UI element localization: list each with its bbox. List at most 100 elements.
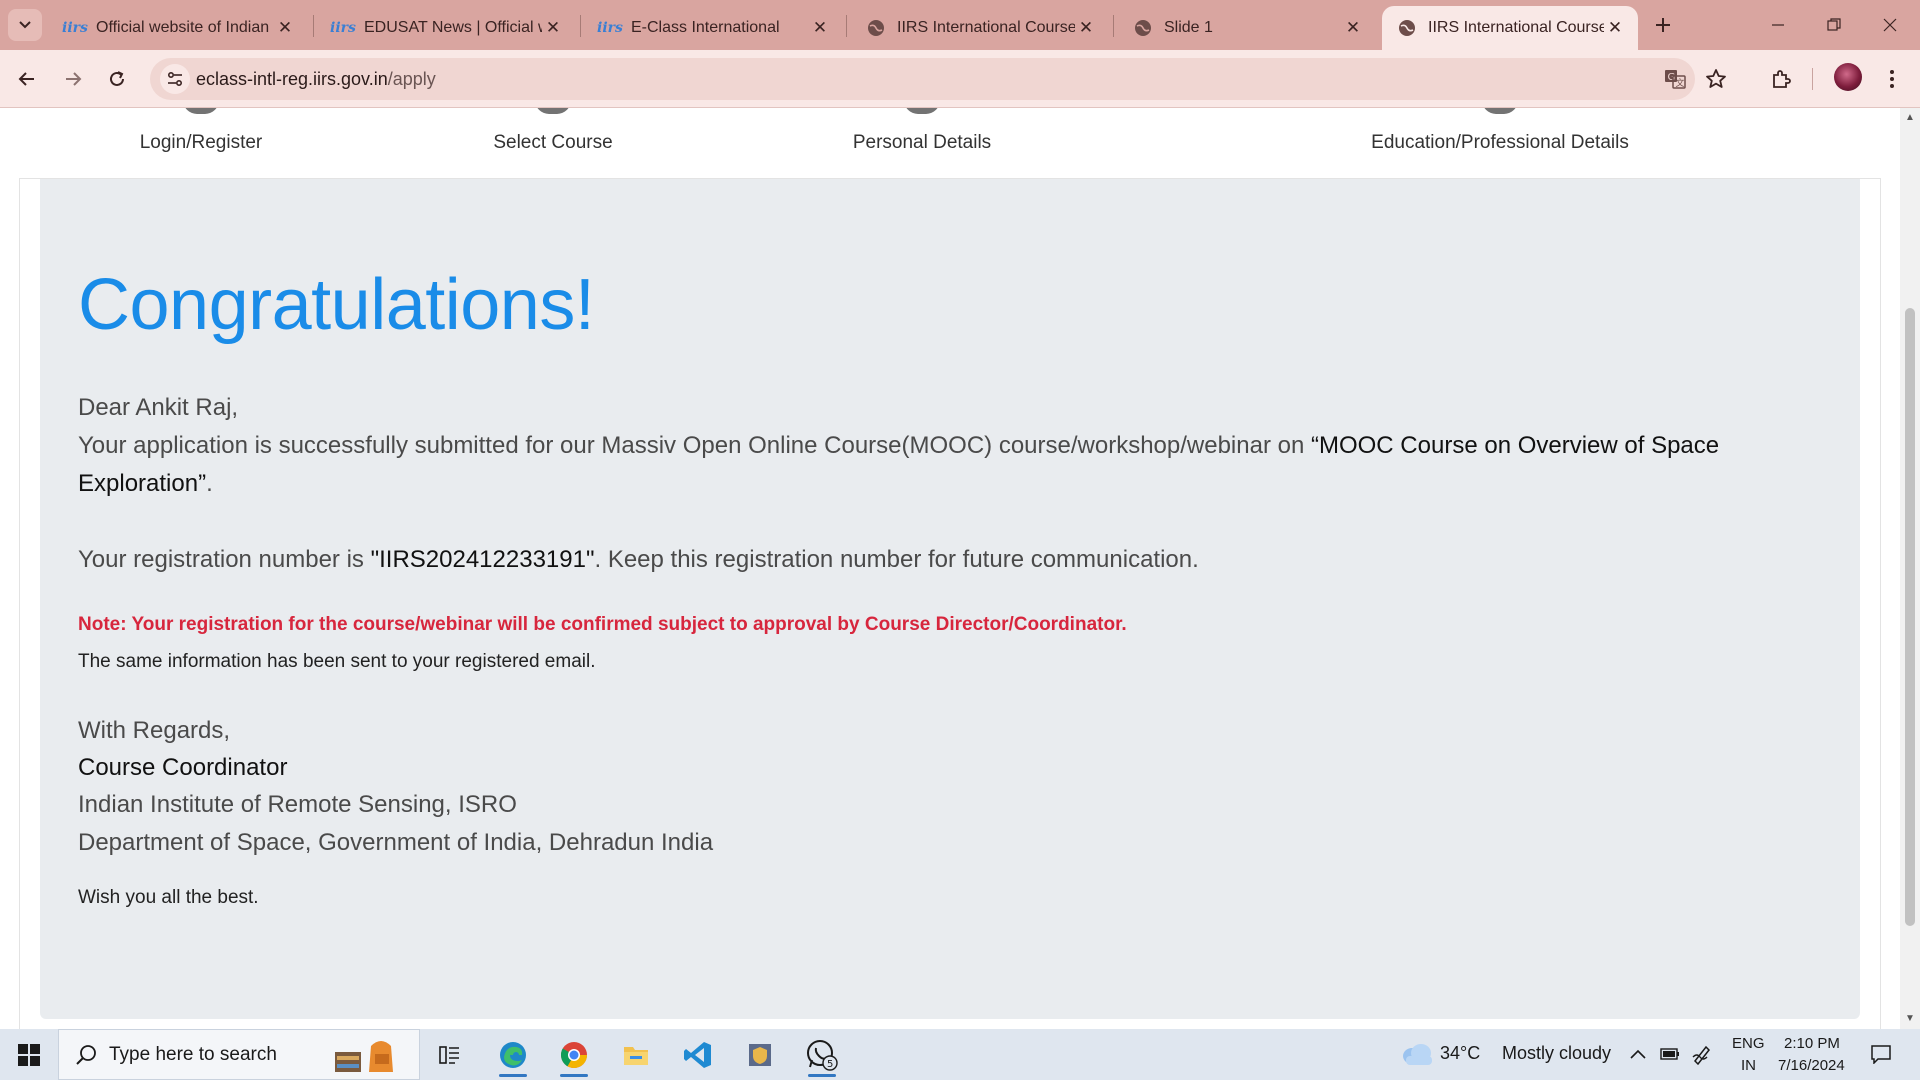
windows-taskbar: Type here to search 5 34°C Mostly cloudy <box>0 1029 1920 1080</box>
institute-name: Indian Institute of Remote Sensing, ISRO <box>78 791 517 818</box>
battery-icon[interactable] <box>1656 1039 1684 1069</box>
taskbar-search-box[interactable]: Type here to search <box>58 1029 420 1080</box>
active-app-indicator <box>499 1074 527 1077</box>
bookmark-star-icon[interactable] <box>1700 63 1732 95</box>
restore-icon <box>1827 18 1841 31</box>
tab-3[interactable]: iirs E-Class International ✕ <box>585 6 843 50</box>
weather-widget[interactable]: 34°C Mostly cloudy <box>1396 1029 1611 1080</box>
iirs-favicon-icon: iirs <box>597 20 623 36</box>
browser-toolbar: eclass-intl-reg.iirs.gov.in/apply G文 <box>0 50 1920 108</box>
taskbar-edge[interactable] <box>487 1033 539 1077</box>
registration-message: Your registration number is "IIRS2024122… <box>78 541 1818 579</box>
arrow-right-icon <box>66 72 82 86</box>
close-icon[interactable]: ✕ <box>1342 17 1364 39</box>
scroll-up-arrow-icon[interactable]: ▲ <box>1904 112 1916 124</box>
tab-5[interactable]: Slide 1 ✕ <box>1118 6 1376 50</box>
registration-suffix: . Keep this registration number for futu… <box>594 546 1199 573</box>
tab-1[interactable]: iirs Official website of Indian In ✕ <box>50 6 308 50</box>
toolbar-divider <box>1812 68 1813 90</box>
language-code: ENG <box>1732 1035 1765 1052</box>
regards-line: With Regards, <box>78 717 231 744</box>
tab-6-active[interactable]: IIRS International Course ✕ <box>1382 6 1638 50</box>
pen-workspace-icon[interactable] <box>1688 1039 1716 1069</box>
notification-center-button[interactable] <box>1864 1039 1898 1069</box>
translate-icon[interactable]: G文 <box>1663 67 1687 91</box>
submission-text: Your application is successfully submitt… <box>78 432 1311 459</box>
close-icon[interactable]: ✕ <box>274 17 296 39</box>
iirs-favicon-icon: iirs <box>330 20 356 36</box>
step-indicator <box>904 108 940 114</box>
taskbar-whatsapp[interactable]: 5 <box>796 1033 848 1077</box>
close-icon[interactable]: ✕ <box>809 17 831 39</box>
taskbar-chrome[interactable] <box>548 1033 600 1077</box>
tab-4[interactable]: IIRS International Course ✕ <box>851 6 1109 50</box>
close-icon[interactable]: ✕ <box>542 17 564 39</box>
close-icon[interactable]: ✕ <box>1604 17 1626 39</box>
back-button[interactable] <box>10 62 44 96</box>
chevron-down-icon <box>19 21 31 29</box>
show-hidden-icons-chevron-up-icon[interactable] <box>1624 1039 1652 1069</box>
page-scrollbar[interactable]: ▲ ▼ <box>1900 108 1920 1029</box>
clock-time: 2:10 PM <box>1784 1035 1840 1052</box>
registration-prefix: Your registration number is <box>78 546 371 573</box>
reload-icon <box>110 71 124 86</box>
minimize-button[interactable] <box>1750 0 1806 50</box>
whatsapp-icon: 5 <box>807 1040 838 1071</box>
task-view-button[interactable] <box>424 1033 476 1077</box>
url-host: eclass-intl-reg.iirs.gov.in <box>196 69 388 89</box>
registration-number: "IIRS202412233191" <box>370 546 595 573</box>
taskbar-vscode[interactable] <box>672 1033 724 1077</box>
address-bar[interactable]: eclass-intl-reg.iirs.gov.in/apply G文 <box>150 58 1695 100</box>
tab-title: EDUSAT News | Official web <box>364 19 542 36</box>
step-label: Login/Register <box>139 132 263 153</box>
step-indicator <box>183 108 219 114</box>
tab-divider <box>313 15 314 37</box>
taskbar-file-explorer[interactable] <box>610 1033 662 1077</box>
tab-search-button[interactable] <box>8 9 42 41</box>
scroll-down-arrow-icon[interactable]: ▼ <box>1904 1013 1916 1025</box>
reload-button[interactable] <box>100 62 134 96</box>
taskbar-app-shield[interactable] <box>734 1033 786 1077</box>
restore-button[interactable] <box>1806 0 1862 50</box>
approval-note: Note: Your registration for the course/w… <box>78 614 1127 635</box>
tab-divider <box>846 15 847 37</box>
globe-icon <box>1396 17 1418 39</box>
vscode-icon <box>684 1042 711 1068</box>
arrow-left-icon <box>18 72 34 86</box>
new-tab-button[interactable] <box>1648 10 1678 40</box>
cloud-icon <box>1403 1044 1432 1065</box>
url-text: eclass-intl-reg.iirs.gov.in/apply <box>196 69 436 90</box>
tab-title: IIRS International Course <box>897 19 1075 36</box>
submission-suffix: . <box>206 470 213 497</box>
tab-2[interactable]: iirs EDUSAT News | Official web ✕ <box>318 6 576 50</box>
search-icon <box>76 1045 96 1065</box>
edge-icon <box>500 1042 526 1068</box>
close-icon[interactable]: ✕ <box>1075 17 1097 39</box>
closing-wish: Wish you all the best. <box>78 887 259 908</box>
scrollbar-thumb[interactable] <box>1905 308 1915 926</box>
minimize-icon <box>1772 24 1784 26</box>
language-indicator[interactable]: ENG IN <box>1724 1029 1772 1080</box>
forward-button[interactable] <box>56 62 90 96</box>
notification-icon <box>1871 1045 1891 1064</box>
search-placeholder: Type here to search <box>109 1044 277 1065</box>
site-settings-icon[interactable] <box>160 64 190 94</box>
close-window-button[interactable] <box>1862 0 1918 50</box>
active-app-indicator <box>808 1074 836 1077</box>
tab-title: Slide 1 <box>1164 19 1213 36</box>
tab-title: IIRS International Course <box>1428 19 1604 36</box>
globe-icon <box>1132 17 1154 39</box>
page-viewport: Login/Register Select Course Personal De… <box>0 108 1900 1029</box>
submission-message: Your application is successfully submitt… <box>78 427 1818 503</box>
extensions-puzzle-icon[interactable] <box>1765 63 1797 95</box>
task-view-icon <box>439 1046 459 1064</box>
email-info: The same information has been sent to yo… <box>78 651 596 672</box>
url-path: /apply <box>387 69 436 89</box>
clock[interactable]: 2:10 PM 7/16/2024 <box>1770 1029 1870 1080</box>
profile-avatar[interactable] <box>1834 63 1862 91</box>
active-app-indicator <box>560 1074 588 1077</box>
start-button[interactable] <box>0 1029 58 1080</box>
kebab-menu-icon[interactable] <box>1876 63 1908 95</box>
search-highlight-icon <box>335 1041 393 1072</box>
tab-title: E-Class International <box>631 19 780 36</box>
